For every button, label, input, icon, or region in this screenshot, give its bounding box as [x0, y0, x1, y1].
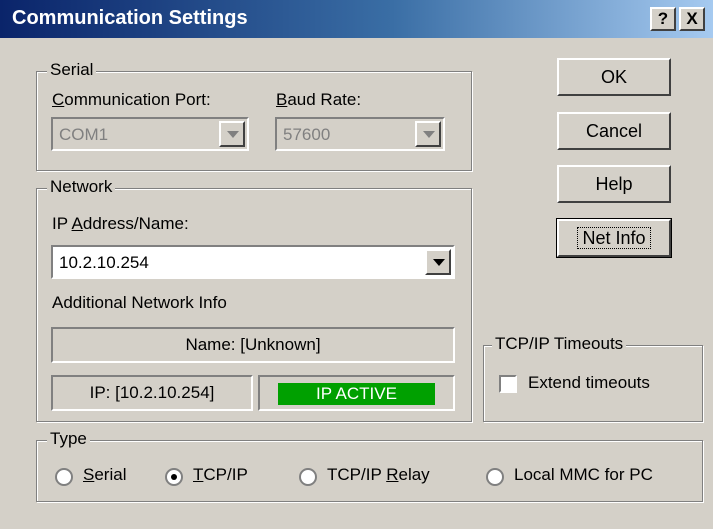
chevron-down-icon[interactable]	[425, 249, 451, 275]
window-title: Communication Settings	[12, 7, 248, 29]
type-serial-label[interactable]: Serial	[83, 465, 126, 485]
baud-rate-select[interactable]: 57600	[275, 117, 445, 151]
communication-port-value: COM1	[59, 125, 109, 144]
net-info-button[interactable]: Net Info	[556, 218, 672, 258]
title-bar: Communication Settings ? X	[0, 0, 713, 38]
extend-timeouts-label[interactable]: Extend timeouts	[528, 373, 650, 393]
additional-network-info-label: Additional Network Info	[52, 293, 227, 312]
extend-timeouts-checkbox[interactable]	[499, 375, 517, 393]
network-legend: Network	[47, 177, 116, 197]
communication-port-select[interactable]: COM1	[51, 117, 249, 151]
close-title-button[interactable]: X	[679, 7, 705, 31]
type-serial-radio[interactable]	[55, 468, 73, 486]
ip-address-combo[interactable]: 10.2.10.254	[51, 245, 455, 279]
type-tcpip-relay-radio[interactable]	[299, 468, 317, 486]
type-local-mmc-label[interactable]: Local MMC for PC	[514, 465, 653, 485]
chevron-down-icon[interactable]	[219, 121, 245, 147]
ip-status-frame: IP ACTIVE	[258, 375, 455, 411]
help-title-button[interactable]: ?	[650, 7, 676, 31]
serial-legend: Serial	[47, 60, 97, 80]
type-legend: Type	[47, 429, 90, 449]
ip-address-label: IP Address/Name:	[52, 214, 189, 233]
network-name-info: Name: [Unknown]	[51, 327, 455, 363]
baud-rate-label: Baud Rate:	[276, 90, 362, 109]
tcpip-timeouts-legend: TCP/IP Timeouts	[492, 334, 627, 354]
ip-status-badge: IP ACTIVE	[278, 383, 435, 405]
type-local-mmc-radio[interactable]	[486, 468, 504, 486]
type-tcpip-relay-label[interactable]: TCP/IP Relay	[327, 465, 430, 485]
type-tcpip-label[interactable]: TCP/IP	[193, 465, 248, 485]
network-ip-info: IP: [10.2.10.254]	[51, 375, 253, 411]
chevron-down-icon[interactable]	[415, 121, 441, 147]
communication-settings-dialog: Communication Settings ? X Serial Commun…	[0, 0, 713, 529]
help-button[interactable]: Help	[557, 165, 671, 203]
ip-address-value[interactable]: 10.2.10.254	[59, 253, 149, 273]
ok-button[interactable]: OK	[557, 58, 671, 96]
type-tcpip-radio[interactable]	[165, 468, 183, 486]
baud-rate-value: 57600	[283, 125, 331, 144]
cancel-button[interactable]: Cancel	[557, 112, 671, 150]
communication-port-label: Communication Port:	[52, 90, 211, 109]
